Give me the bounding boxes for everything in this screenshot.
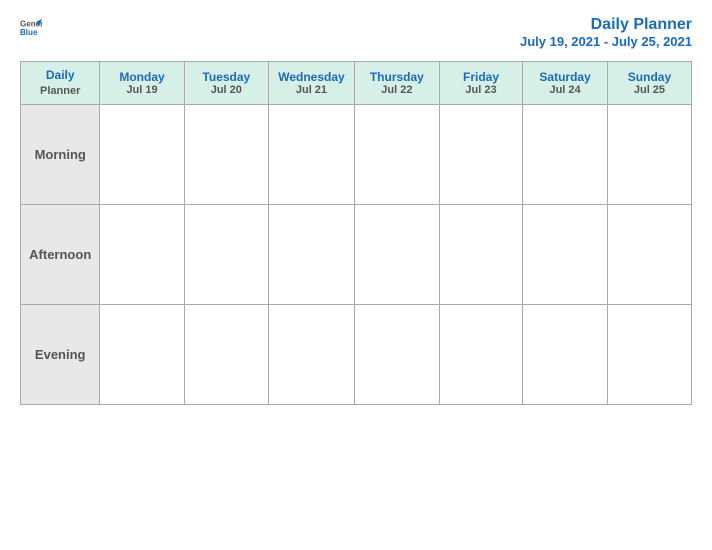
col-header-sunday: Sunday Jul 25	[607, 62, 691, 105]
cell-thursday-afternoon[interactable]	[354, 205, 439, 305]
cell-friday-morning[interactable]	[439, 105, 522, 205]
row-label-evening: Evening	[21, 305, 100, 405]
cell-wednesday-evening[interactable]	[269, 305, 355, 405]
cell-monday-afternoon[interactable]	[100, 205, 184, 305]
cell-saturday-afternoon[interactable]	[523, 205, 608, 305]
calendar-table: Daily Planner Monday Jul 19 Tuesday Jul …	[20, 61, 692, 405]
cell-thursday-evening[interactable]	[354, 305, 439, 405]
cell-monday-evening[interactable]	[100, 305, 184, 405]
cell-tuesday-evening[interactable]	[184, 305, 268, 405]
col-header-friday: Friday Jul 23	[439, 62, 522, 105]
cell-friday-evening[interactable]	[439, 305, 522, 405]
planner-header-line2: Planner	[24, 84, 96, 99]
logo: General Blue	[20, 16, 42, 38]
col-header-wednesday: Wednesday Jul 21	[269, 62, 355, 105]
header: General Blue Daily Planner July 19, 2021…	[20, 16, 692, 49]
cell-sunday-morning[interactable]	[607, 105, 691, 205]
table-row-afternoon: Afternoon	[21, 205, 692, 305]
cell-monday-morning[interactable]	[100, 105, 184, 205]
table-row-morning: Morning	[21, 105, 692, 205]
cell-friday-afternoon[interactable]	[439, 205, 522, 305]
col-header-thursday: Thursday Jul 22	[354, 62, 439, 105]
cell-wednesday-afternoon[interactable]	[269, 205, 355, 305]
generalblue-logo-icon: General Blue	[20, 16, 42, 38]
svg-text:Blue: Blue	[20, 28, 38, 37]
cell-saturday-evening[interactable]	[523, 305, 608, 405]
cell-sunday-afternoon[interactable]	[607, 205, 691, 305]
table-row-evening: Evening	[21, 305, 692, 405]
row-label-afternoon: Afternoon	[21, 205, 100, 305]
page: General Blue Daily Planner July 19, 2021…	[0, 0, 712, 550]
planner-header-line1: Daily	[24, 67, 96, 84]
cell-sunday-evening[interactable]	[607, 305, 691, 405]
cell-wednesday-morning[interactable]	[269, 105, 355, 205]
cell-tuesday-afternoon[interactable]	[184, 205, 268, 305]
col-header-monday: Monday Jul 19	[100, 62, 184, 105]
date-range: July 19, 2021 - July 25, 2021	[520, 34, 692, 49]
table-header-label: Daily Planner	[21, 62, 100, 105]
row-label-morning: Morning	[21, 105, 100, 205]
col-header-tuesday: Tuesday Jul 20	[184, 62, 268, 105]
cell-thursday-morning[interactable]	[354, 105, 439, 205]
col-header-saturday: Saturday Jul 24	[523, 62, 608, 105]
cell-tuesday-morning[interactable]	[184, 105, 268, 205]
header-right: Daily Planner July 19, 2021 - July 25, 2…	[520, 16, 692, 49]
page-title: Daily Planner	[520, 16, 692, 34]
cell-saturday-morning[interactable]	[523, 105, 608, 205]
